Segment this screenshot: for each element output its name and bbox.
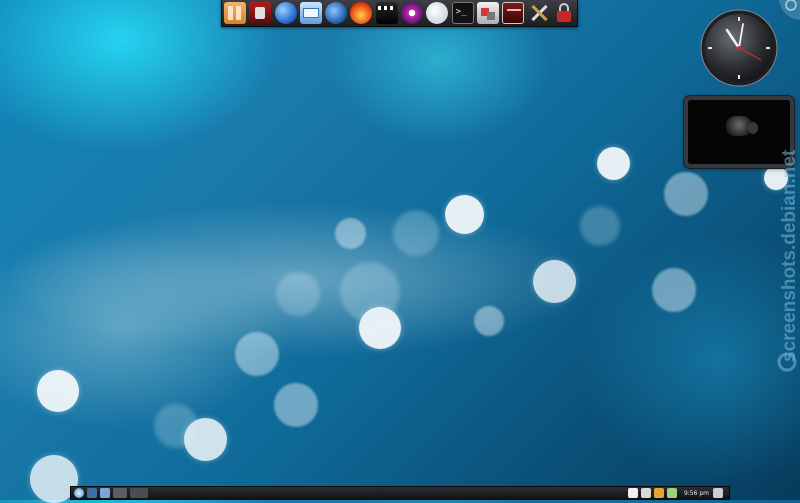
bokeh-circle xyxy=(235,332,279,376)
media-eye-icon[interactable] xyxy=(401,2,424,24)
software-package-icon[interactable] xyxy=(476,2,499,24)
home-icon[interactable] xyxy=(100,488,110,498)
watermark: screenshots.debian.net xyxy=(768,140,800,380)
web-browser-icon[interactable] xyxy=(274,2,297,24)
watermark-text: screenshots.debian.net xyxy=(779,149,800,362)
settings-tools-icon[interactable] xyxy=(528,2,550,24)
volume-icon[interactable] xyxy=(640,488,651,498)
trash-icon[interactable] xyxy=(713,488,723,498)
taskbar: 9:56 pm xyxy=(70,486,730,500)
bokeh-circle xyxy=(597,147,630,180)
bokeh-circle xyxy=(533,260,576,303)
app-icon[interactable] xyxy=(113,488,127,498)
bokeh-circle xyxy=(37,370,79,412)
bokeh-circle xyxy=(154,404,198,448)
lock-icon[interactable] xyxy=(553,2,575,24)
bokeh-circle xyxy=(580,206,620,246)
bokeh-circle xyxy=(445,195,484,234)
music-player-icon[interactable] xyxy=(249,2,272,24)
file-manager-icon[interactable] xyxy=(224,2,246,24)
bokeh-circle xyxy=(474,306,504,336)
bokeh-circle xyxy=(274,383,318,427)
clipboard-icon[interactable] xyxy=(627,488,638,498)
start-menu-icon[interactable] xyxy=(74,488,84,498)
analog-clock-icon xyxy=(700,9,778,87)
presentation-icon[interactable] xyxy=(502,2,525,24)
wallpaper xyxy=(0,0,800,503)
analog-clock-widget[interactable] xyxy=(699,8,779,88)
app-launcher-bar: >_ xyxy=(221,0,578,27)
bokeh-circle xyxy=(340,262,400,322)
window-icon[interactable] xyxy=(130,488,148,498)
bokeh-circle xyxy=(664,172,708,216)
pager-icon[interactable] xyxy=(87,488,97,498)
compass-browser-icon[interactable] xyxy=(325,2,348,24)
bokeh-circle xyxy=(276,272,320,316)
paper-icon[interactable] xyxy=(426,2,449,24)
terminal-icon[interactable]: >_ xyxy=(451,2,474,24)
bokeh-circle xyxy=(335,218,366,249)
desktop-toolbox-icon[interactable] xyxy=(775,0,800,20)
video-editor-icon[interactable] xyxy=(375,2,398,24)
bokeh-circle xyxy=(652,268,696,312)
battery-icon[interactable] xyxy=(666,488,677,498)
mail-icon[interactable] xyxy=(299,2,322,24)
taskbar-clock[interactable]: 9:56 pm xyxy=(684,490,709,497)
network-icon[interactable] xyxy=(653,488,664,498)
fire-app-icon[interactable] xyxy=(350,2,373,24)
bokeh-circle xyxy=(393,210,439,256)
